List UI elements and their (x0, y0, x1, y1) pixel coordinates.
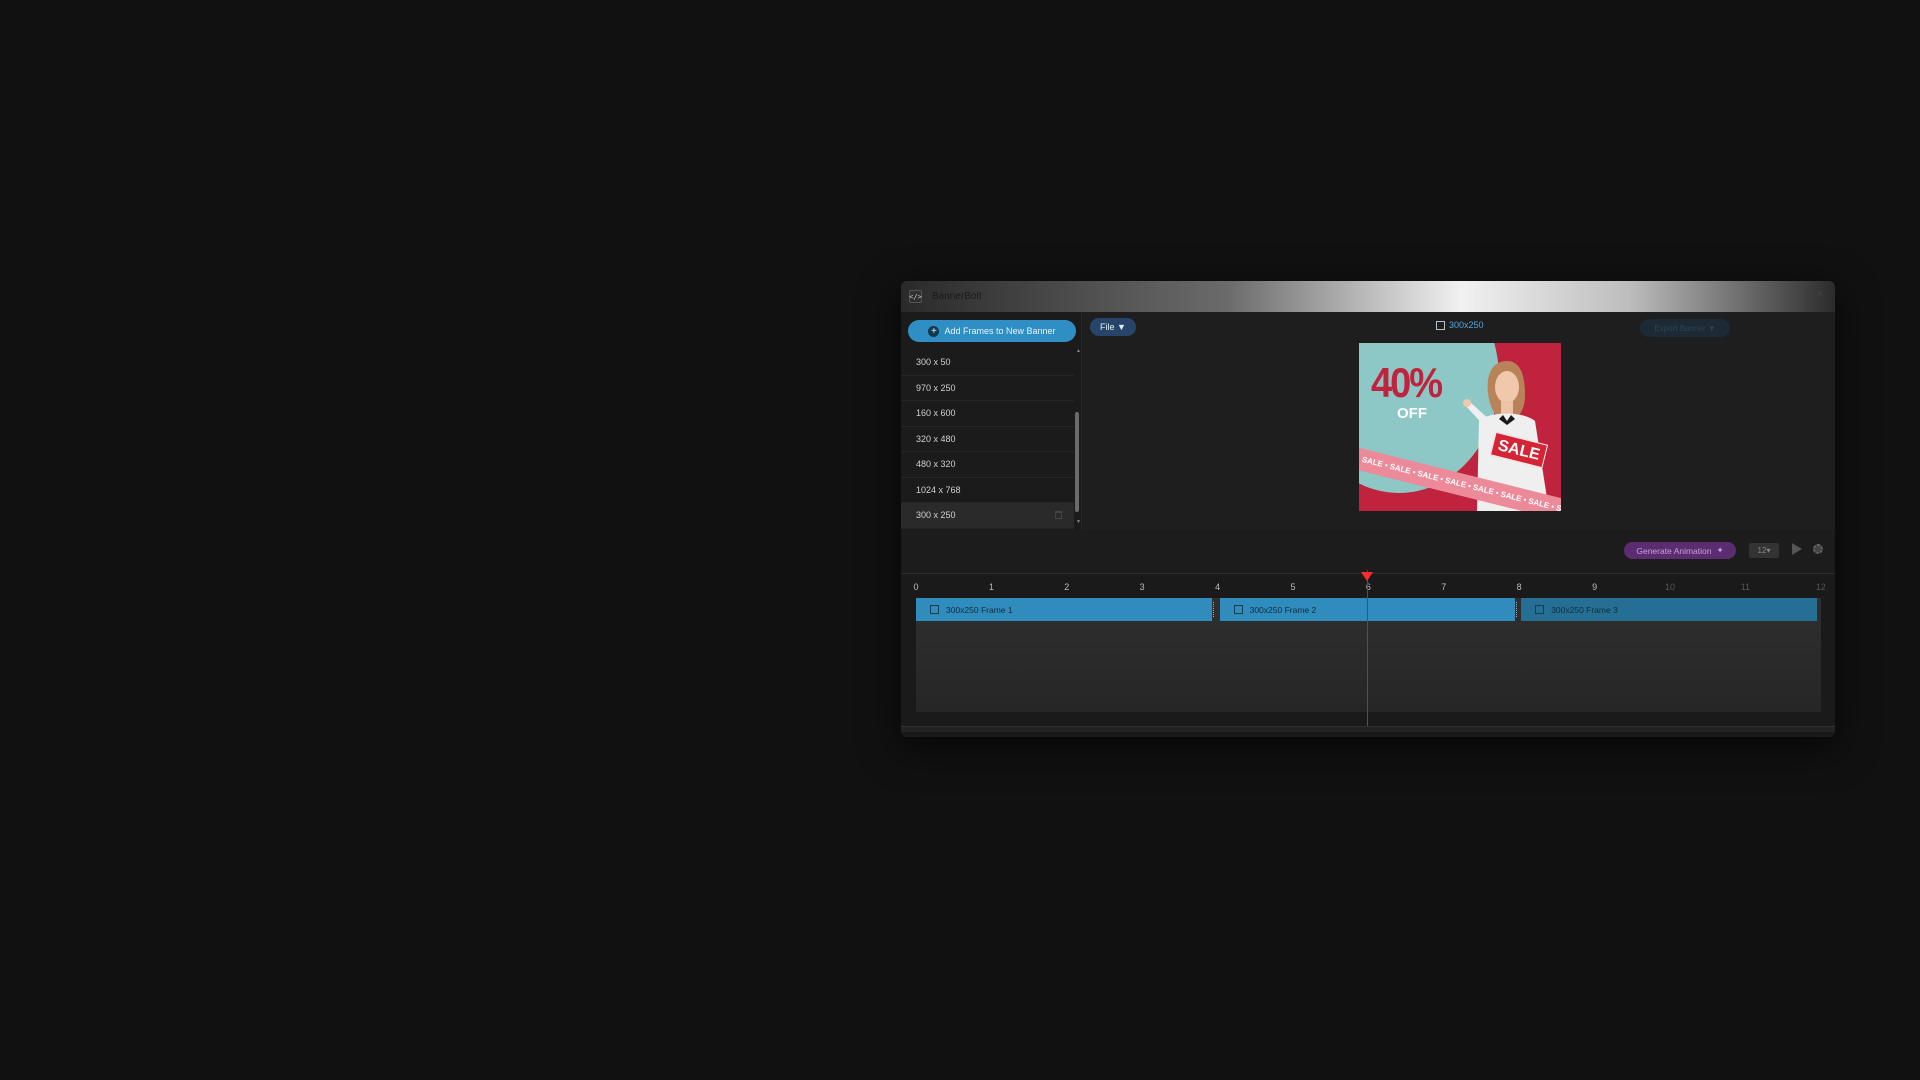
ruler-tick-label: 8 (1516, 582, 1522, 592)
canvas-size-label: 300x250 (1449, 320, 1484, 330)
fps-select[interactable]: 12 ▾ (1749, 543, 1779, 558)
canvas-area: File ▼ 300x250 Export Banner ▼ 40% OFF S… (1083, 312, 1835, 530)
add-frames-button[interactable]: + Add Frames to New Banner (908, 320, 1076, 342)
scrollbar-thumb[interactable] (1075, 412, 1079, 512)
size-list-item[interactable]: 300 x 250 (901, 503, 1074, 529)
banner-subline: OFF (1397, 405, 1427, 422)
ruler-tick-label: 9 (1592, 582, 1598, 592)
size-list-item-label: 300 x 250 (916, 510, 956, 521)
ruler-tick-label: 1 (988, 582, 994, 592)
gear-icon[interactable] (1813, 544, 1823, 554)
banner-preview[interactable]: 40% OFF SALE SALE • SALE • SALE • SALE •… (1359, 343, 1561, 511)
sparkle-icon: ✦ (1716, 545, 1724, 555)
ruler-tick-label: 12 (1815, 582, 1826, 592)
size-list-item[interactable]: 970 x 250 (901, 376, 1074, 401)
ruler-tick-label: 11 (1740, 582, 1751, 592)
generate-animation-button[interactable]: Generate Animation ✦ (1624, 542, 1736, 559)
ruler-tick-label: 2 (1064, 582, 1070, 592)
trash-icon[interactable] (1055, 511, 1062, 520)
add-frames-label: Add Frames to New Banner (944, 326, 1056, 336)
timeline-frame-label: 300x250 Frame 3 (1551, 604, 1618, 615)
size-list-item-label: 970 x 250 (916, 382, 956, 393)
size-list-item-label: 300 x 50 (916, 357, 951, 368)
ruler-tick-label: 10 (1664, 582, 1676, 592)
size-list-item-label: 480 x 320 (916, 459, 956, 470)
canvas-size-indicator: 300x250 (1436, 320, 1484, 330)
export-banner-button[interactable]: Export Banner ▼ (1640, 319, 1730, 337)
size-list-item-label: 160 x 600 (916, 408, 956, 419)
chevron-down-icon: ▾ (1766, 546, 1771, 555)
timeline-ruler[interactable]: 0 1 2 3 4 5 6 7 8 9 10 11 12 (901, 582, 1835, 596)
ruler-tick-label: 3 (1139, 582, 1145, 592)
size-list-item-label: 320 x 480 (916, 433, 956, 444)
size-list-item[interactable]: 1024 x 768 (901, 478, 1074, 503)
ruler-tick-label: 5 (1290, 582, 1296, 592)
crop-icon (1436, 320, 1445, 330)
app-title: BannerBolt (932, 291, 982, 302)
timeline-frame-label: 300x250 Frame 2 (1249, 604, 1317, 615)
scroll-up-icon[interactable]: ▲ (1076, 348, 1081, 354)
app-code-icon: </> (909, 290, 922, 303)
scroll-down-icon[interactable]: ▼ (1076, 519, 1081, 525)
size-list-item[interactable]: 480 x 320 (901, 452, 1074, 478)
crop-icon (930, 605, 939, 614)
crop-icon (1535, 605, 1545, 614)
clip-resize-handle[interactable] (1516, 602, 1518, 617)
timeline-frame-clip[interactable]: 300x250 Frame 3 (1521, 598, 1817, 621)
title-bar[interactable]: </> BannerBolt × (901, 281, 1835, 312)
timeline-frame-label: 300x250 Frame 1 (946, 604, 1013, 615)
playhead-marker-icon[interactable] (1361, 572, 1373, 581)
play-icon[interactable] (1792, 543, 1802, 555)
playhead-line[interactable] (1367, 570, 1368, 730)
clip-resize-handle[interactable] (1212, 602, 1215, 617)
plus-icon: + (928, 325, 940, 337)
ruler-tick-label: 4 (1215, 582, 1221, 592)
ruler-tick-label: 0 (913, 582, 919, 592)
ruler-tick-label: 7 (1441, 582, 1447, 592)
close-icon[interactable]: × (1817, 288, 1823, 300)
size-list: 300 x 50 970 x 250 160 x 600 320 x 480 480 x… (901, 350, 1074, 529)
timeline-track[interactable]: 300x250 Frame 1 300x250 Frame 2 300x250 Fr… (916, 598, 1821, 712)
size-list-item[interactable]: 160 x 600 (901, 401, 1074, 427)
timeline-scrollbar[interactable] (901, 726, 1835, 732)
crop-icon (1233, 605, 1243, 614)
file-menu-button[interactable]: File ▼ (1090, 318, 1136, 336)
size-list-item[interactable]: 300 x 50 (901, 350, 1074, 376)
size-list-item-label: 1024 x 768 (916, 484, 961, 495)
export-banner-label: Export Banner ▼ (1654, 323, 1716, 333)
animation-toolbar: Generate Animation ✦ 12 ▾ (901, 531, 1835, 573)
banner-size-panel: + Add Frames to New Banner 300 x 50 970 x… (901, 312, 1082, 530)
app-window: </> BannerBolt × + Add Frames to New Ban… (901, 281, 1835, 737)
banner-headline: 40% (1371, 360, 1443, 408)
size-list-item[interactable]: 320 x 480 (901, 427, 1074, 452)
timeline-frame-clip[interactable]: 300x250 Frame 1 (916, 598, 1215, 621)
file-menu-label: File ▼ (1100, 322, 1126, 332)
timeline: 0 1 2 3 4 5 6 7 8 9 10 11 12 300x250 Frame 1 300x250 … (901, 570, 1835, 737)
generate-animation-label: Generate Animation (1636, 545, 1712, 556)
fps-value: 12 (1757, 546, 1767, 555)
